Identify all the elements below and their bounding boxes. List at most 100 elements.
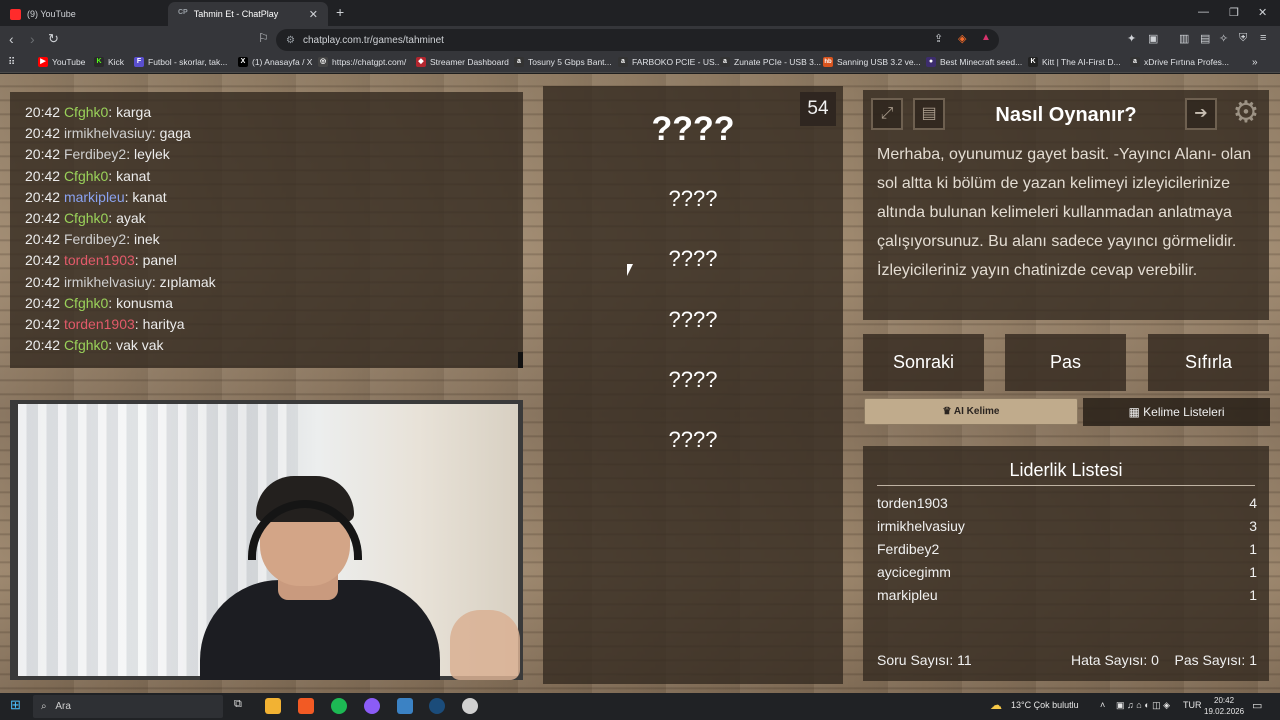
reset-button[interactable]: Sıfırla [1148, 334, 1269, 391]
chat-username[interactable]: Cfghk0 [64, 210, 108, 226]
chat-username[interactable]: Cfghk0 [64, 168, 108, 184]
reload-icon[interactable]: ↻ [48, 31, 59, 47]
windows-start-icon[interactable]: ⊞ [10, 697, 21, 713]
sidebar-icon[interactable]: ▥ [1179, 32, 1189, 45]
bookmark-item[interactable]: a FARBOKO PCIE - US... [618, 57, 722, 67]
chat-message: 20:42 torden1903: panel [25, 252, 177, 269]
language-indicator[interactable]: TUR [1183, 700, 1202, 710]
chatplay-icon: CP [178, 8, 188, 16]
kitt-icon: K [1028, 57, 1038, 67]
task-view-icon[interactable]: ⧉ [234, 698, 242, 711]
vpn-icon[interactable]: ⛨ [1239, 32, 1247, 45]
chat-username[interactable]: Cfghk0 [64, 295, 108, 311]
notification-icon[interactable]: ▭ [1252, 699, 1262, 712]
weather-text[interactable]: 13°C Çok bulutlu [1011, 700, 1079, 710]
minimize-icon[interactable]: — [1198, 6, 1209, 18]
logout-icon[interactable]: ➔ [1185, 98, 1217, 130]
leaderboard-row: markipleu 1 [877, 587, 1257, 603]
bookmark-item[interactable]: ● Best Minecraft seed... [926, 57, 1022, 67]
ai-word-button[interactable]: ♛ AI Kelime [864, 398, 1078, 425]
bookmark-item[interactable]: F Futbol - skorlar, tak... [134, 57, 227, 67]
extensions-icon[interactable]: ✦ [1127, 32, 1136, 45]
chat-scrolled-line [25, 92, 523, 102]
apps-icon[interactable]: ⠿ [8, 57, 15, 68]
bookmark-item[interactable]: a Zunate PCIe - USB 3... [720, 57, 821, 67]
word-lists-button[interactable]: ▦ Kelime Listeleri [1083, 398, 1270, 426]
chat-time: 20:42 [25, 188, 61, 205]
close-tab-icon[interactable]: ✕ [309, 8, 318, 21]
forward-icon[interactable]: › [30, 31, 35, 47]
bookmark-item[interactable]: K Kitt | The AI-First D... [1028, 57, 1121, 67]
chat-username[interactable]: Cfghk0 [64, 337, 108, 353]
tray-icons[interactable]: ▣ ♫ ⌂ ◐ ◫ ◈ [1116, 700, 1170, 711]
chat-text: kanat [132, 188, 167, 205]
chat-username[interactable]: irmikhelvasiuy [64, 274, 152, 290]
tab-chatplay[interactable]: CP Tahmin Et - ChatPlay ✕ [168, 2, 328, 26]
tab-label: (9) YouTube [27, 9, 76, 19]
chat-time: 20:42 [25, 167, 61, 184]
tray-overflow-icon[interactable]: ˄ [1100, 700, 1105, 710]
tab-search-icon[interactable]: ▣ [1148, 32, 1158, 45]
bookmark-item[interactable]: ◎ https://chatgpt.com/ [318, 57, 406, 67]
chat-message: 20:42 irmikhelvasiuy: zıplamak [25, 273, 216, 290]
rewards-icon[interactable]: ▲ [981, 32, 991, 43]
bookmark-item[interactable]: hb Sanning USB 3.2 ve... [823, 57, 921, 67]
pass-button[interactable]: Pas [1005, 334, 1126, 391]
taskbar-clock[interactable]: 20:42 19.02.2026 [1204, 695, 1244, 717]
chat-username[interactable]: markipleu [64, 189, 125, 205]
chat-message: 20:42 Cfghk0: kanat [25, 167, 151, 184]
leo-icon[interactable]: ✧ [1219, 32, 1228, 45]
leaderboard-row: aycicegimm 1 [877, 564, 1257, 580]
file-explorer-icon[interactable] [265, 698, 281, 714]
close-window-icon[interactable]: ✕ [1258, 6, 1267, 19]
obs-icon[interactable] [462, 698, 478, 714]
chat-text: karga [116, 104, 152, 120]
spotify-icon[interactable] [331, 698, 347, 714]
bookmark-item[interactable]: a xDrive Fırtına Profes... [1130, 57, 1229, 67]
gear-icon[interactable]: ⚙ [1229, 96, 1263, 130]
bookmark-item[interactable]: K Kick [94, 57, 124, 67]
bookmark-icon[interactable]: ⚐ [258, 31, 269, 45]
mouse-cursor [627, 264, 639, 276]
chat-username[interactable]: torden1903 [64, 252, 135, 268]
chat-username[interactable]: Ferdibey2 [64, 231, 126, 247]
weather-icon[interactable]: ☁ [990, 698, 1002, 712]
chat-text: panel [142, 252, 177, 269]
chat-text: inek [133, 231, 160, 248]
chat-message: 20:42 Ferdibey2: leylek [25, 146, 170, 163]
chat-username[interactable]: Cfghk0 [64, 104, 108, 120]
taskbar-search[interactable]: ⌕ Ara [33, 695, 223, 718]
site-settings-icon[interactable]: ⚙ [286, 35, 295, 46]
wallet-icon[interactable]: ▤ [1200, 32, 1210, 45]
chat-text: kanat [116, 167, 151, 184]
bookmark-item[interactable]: X (1) Anasayfa / X [238, 57, 312, 67]
chat-text: zıplamak [159, 273, 216, 290]
more-bookmarks-icon[interactable]: » [1252, 57, 1258, 68]
chat-username[interactable]: Ferdibey2 [64, 146, 126, 162]
steam-icon[interactable] [429, 698, 445, 714]
back-icon[interactable]: ‹ [9, 31, 14, 47]
app-icon[interactable] [397, 698, 413, 714]
chat-username[interactable]: irmikhelvasiuy [64, 125, 152, 141]
share-icon[interactable]: ⇪ [934, 32, 943, 45]
bookmark-item[interactable]: ◆ Streamer Dashboard [416, 57, 509, 67]
chat-username[interactable]: torden1903 [64, 316, 135, 332]
app-icon[interactable] [364, 698, 380, 714]
forbidden-word: ???? [668, 307, 718, 332]
menu-icon[interactable]: ≡ [1260, 32, 1266, 44]
tab-strip: (9) YouTube CP Tahmin Et - ChatPlay ✕ + … [0, 0, 1280, 26]
hepsiburada-icon: hb [823, 57, 833, 67]
brave-icon[interactable] [298, 698, 314, 714]
bookmark-item[interactable]: a Tosuny 5 Gbps Bant... [514, 57, 612, 67]
youtube-icon: ▶ [38, 57, 48, 67]
new-tab-icon[interactable]: + [336, 4, 344, 20]
brave-shield-icon[interactable]: ◈ [958, 32, 966, 45]
kick-icon: K [94, 57, 104, 67]
next-button[interactable]: Sonraki [863, 334, 984, 391]
bookmark-item[interactable]: ▶ YouTube [38, 57, 85, 67]
leaderboard-row: irmikhelvasiuy 3 [877, 518, 1257, 534]
restore-icon[interactable]: ❐ [1229, 6, 1239, 19]
tab-youtube[interactable]: (9) YouTube [0, 2, 168, 26]
address-bar[interactable]: ⚙ chatplay.com.tr/games/tahminet [276, 29, 999, 51]
chat-scrollbar[interactable] [518, 352, 523, 368]
